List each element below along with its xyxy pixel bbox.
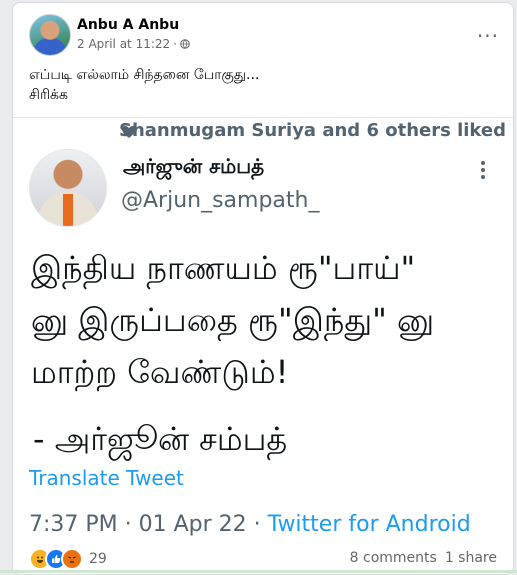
tweet-author-handle: @Arjun_sampath_	[121, 188, 319, 213]
comments-count[interactable]: 8 comments	[350, 550, 437, 566]
tweet-body: இந்திய நாணயம் ரூ"பாய்" னு இருப்பதை ரூ"இந…	[31, 242, 434, 398]
post-header: Anbu A Anbu 2 April at 11:22 · ···	[29, 14, 499, 54]
reaction-count: 29	[89, 551, 107, 567]
tweet-source: Twitter for Android	[268, 512, 471, 537]
liked-by-text: Shanmugam Suriya and 6 others liked	[119, 120, 506, 141]
tweet-screenshot[interactable]: Shanmugam Suriya and 6 others liked அர்ஜ…	[13, 117, 513, 543]
tweet-author-avatar	[29, 149, 107, 227]
facebook-post-card: Anbu A Anbu 2 April at 11:22 · ··· எப்பட…	[12, 2, 514, 575]
shares-count[interactable]: 1 share	[445, 550, 497, 566]
post-caption: எப்படி எல்லாம் சிந்தனை போகுது... சிரிக்க	[29, 65, 259, 105]
author-avatar[interactable]	[29, 14, 71, 56]
more-vertical-icon	[479, 158, 487, 182]
translate-tweet-link: Translate Tweet	[29, 466, 184, 490]
tweet-author-name: அர்ஜுன் சம்பத்	[123, 154, 264, 181]
caption-line: எப்படி எல்லாம் சிந்தனை போகுது...	[29, 65, 259, 85]
post-options-button[interactable]: ···	[477, 24, 499, 48]
tweet-timestamp: 7:37 PM · 01 Apr 22 · Twitter for Androi…	[29, 512, 471, 537]
caption-line: சிரிக்க	[29, 85, 259, 105]
author-name[interactable]: Anbu A Anbu	[77, 17, 179, 33]
meta-separator: ·	[173, 37, 177, 51]
tweet-body-line: னு இருப்பதை ரூ"இந்து" னு	[31, 294, 434, 346]
post-timestamp[interactable]: 2 April at 11:22	[77, 37, 170, 51]
post-meta: 2 April at 11:22 ·	[77, 37, 190, 51]
tweet-signature: - அர்ஜூன் சம்பத்	[33, 420, 287, 462]
engagement-counts: 8 comments 1 share	[350, 550, 497, 566]
tweet-body-line: மாற்ற வேண்டும்!	[31, 346, 434, 398]
globe-icon	[180, 39, 190, 49]
reactions-summary[interactable]: 29	[29, 548, 107, 570]
tweet-time-text: 7:37 PM · 01 Apr 22 ·	[29, 512, 268, 537]
angry-reaction-icon	[61, 548, 83, 570]
tweet-body-line: இந்திய நாணயம் ரூ"பாய்"	[31, 242, 434, 294]
